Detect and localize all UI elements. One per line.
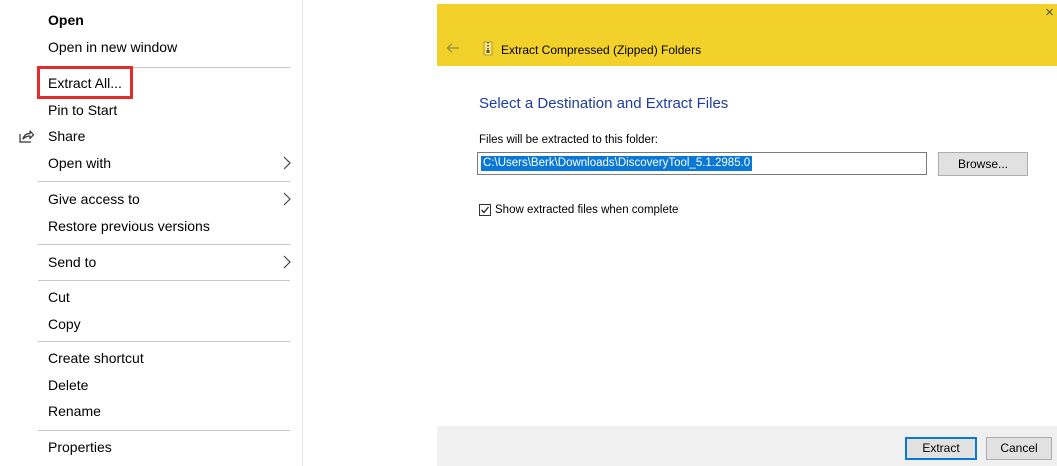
menu-item-restore-previous-versions[interactable]: Restore previous versions bbox=[0, 213, 302, 239]
checkmark-icon bbox=[481, 206, 490, 214]
menu-item-open-new-window[interactable]: Open in new window bbox=[0, 34, 302, 60]
share-icon bbox=[19, 130, 34, 143]
menu-item-open[interactable]: Open bbox=[0, 7, 302, 33]
back-arrow-icon[interactable] bbox=[446, 42, 460, 54]
extract-dialog: Extract Compressed (Zipped) Folders × Se… bbox=[437, 4, 1057, 466]
dialog-heading: Select a Destination and Extract Files bbox=[479, 95, 729, 112]
chevron-right-icon bbox=[283, 192, 291, 206]
destination-path-value: C:\Users\Berk\Downloads\DiscoveryTool_5.… bbox=[481, 156, 753, 171]
menu-item-label: Cut bbox=[48, 289, 70, 305]
menu-separator bbox=[38, 341, 290, 342]
menu-item-give-access-to[interactable]: Give access to bbox=[0, 186, 302, 212]
menu-separator bbox=[38, 181, 290, 182]
cancel-button[interactable]: Cancel bbox=[986, 437, 1052, 460]
chevron-right-icon bbox=[283, 156, 291, 170]
extract-button[interactable]: Extract bbox=[905, 437, 977, 460]
menu-item-label: Create shortcut bbox=[48, 350, 144, 366]
menu-item-label: Pin to Start bbox=[48, 102, 118, 118]
menu-item-send-to[interactable]: Send to bbox=[0, 249, 302, 275]
show-files-checkbox[interactable] bbox=[479, 204, 491, 216]
context-menu: Open Open in new window Extract All... P… bbox=[0, 0, 303, 466]
context-menu-border bbox=[302, 0, 303, 466]
menu-item-open-with[interactable]: Open with bbox=[0, 150, 302, 176]
menu-item-label: Give access to bbox=[48, 191, 140, 207]
menu-item-label: Open bbox=[48, 12, 84, 28]
menu-item-label: Open with bbox=[48, 155, 112, 171]
menu-item-label: Share bbox=[48, 128, 86, 144]
menu-item-rename[interactable]: Rename bbox=[0, 398, 302, 424]
menu-item-pin-to-start[interactable]: Pin to Start bbox=[0, 97, 302, 123]
menu-item-label: Copy bbox=[48, 316, 81, 332]
chevron-right-icon bbox=[283, 255, 291, 269]
menu-item-label: Send to bbox=[48, 254, 97, 270]
destination-path-input[interactable]: C:\Users\Berk\Downloads\DiscoveryTool_5.… bbox=[477, 152, 927, 175]
close-icon[interactable]: × bbox=[1042, 5, 1057, 20]
menu-separator bbox=[38, 430, 290, 431]
menu-item-label: Properties bbox=[48, 439, 112, 455]
menu-item-label: Rename bbox=[48, 403, 101, 419]
menu-separator bbox=[38, 280, 290, 281]
menu-item-label: Restore previous versions bbox=[48, 218, 210, 234]
menu-item-copy[interactable]: Copy bbox=[0, 311, 302, 337]
menu-item-share[interactable]: Share bbox=[0, 123, 302, 149]
zip-folder-icon bbox=[483, 41, 493, 56]
menu-item-properties[interactable]: Properties bbox=[0, 434, 302, 460]
menu-item-create-shortcut[interactable]: Create shortcut bbox=[0, 345, 302, 371]
menu-item-delete[interactable]: Delete bbox=[0, 372, 302, 398]
destination-label: Files will be extracted to this folder: bbox=[479, 134, 658, 146]
menu-item-label: Open in new window bbox=[48, 39, 178, 55]
show-files-label: Show extracted files when complete bbox=[495, 204, 679, 216]
browse-button[interactable]: Browse... bbox=[938, 152, 1028, 176]
menu-item-cut[interactable]: Cut bbox=[0, 284, 302, 310]
dialog-title: Extract Compressed (Zipped) Folders bbox=[501, 43, 702, 57]
menu-item-label: Delete bbox=[48, 377, 89, 393]
extract-all-highlight bbox=[37, 66, 133, 99]
menu-separator bbox=[38, 244, 290, 245]
